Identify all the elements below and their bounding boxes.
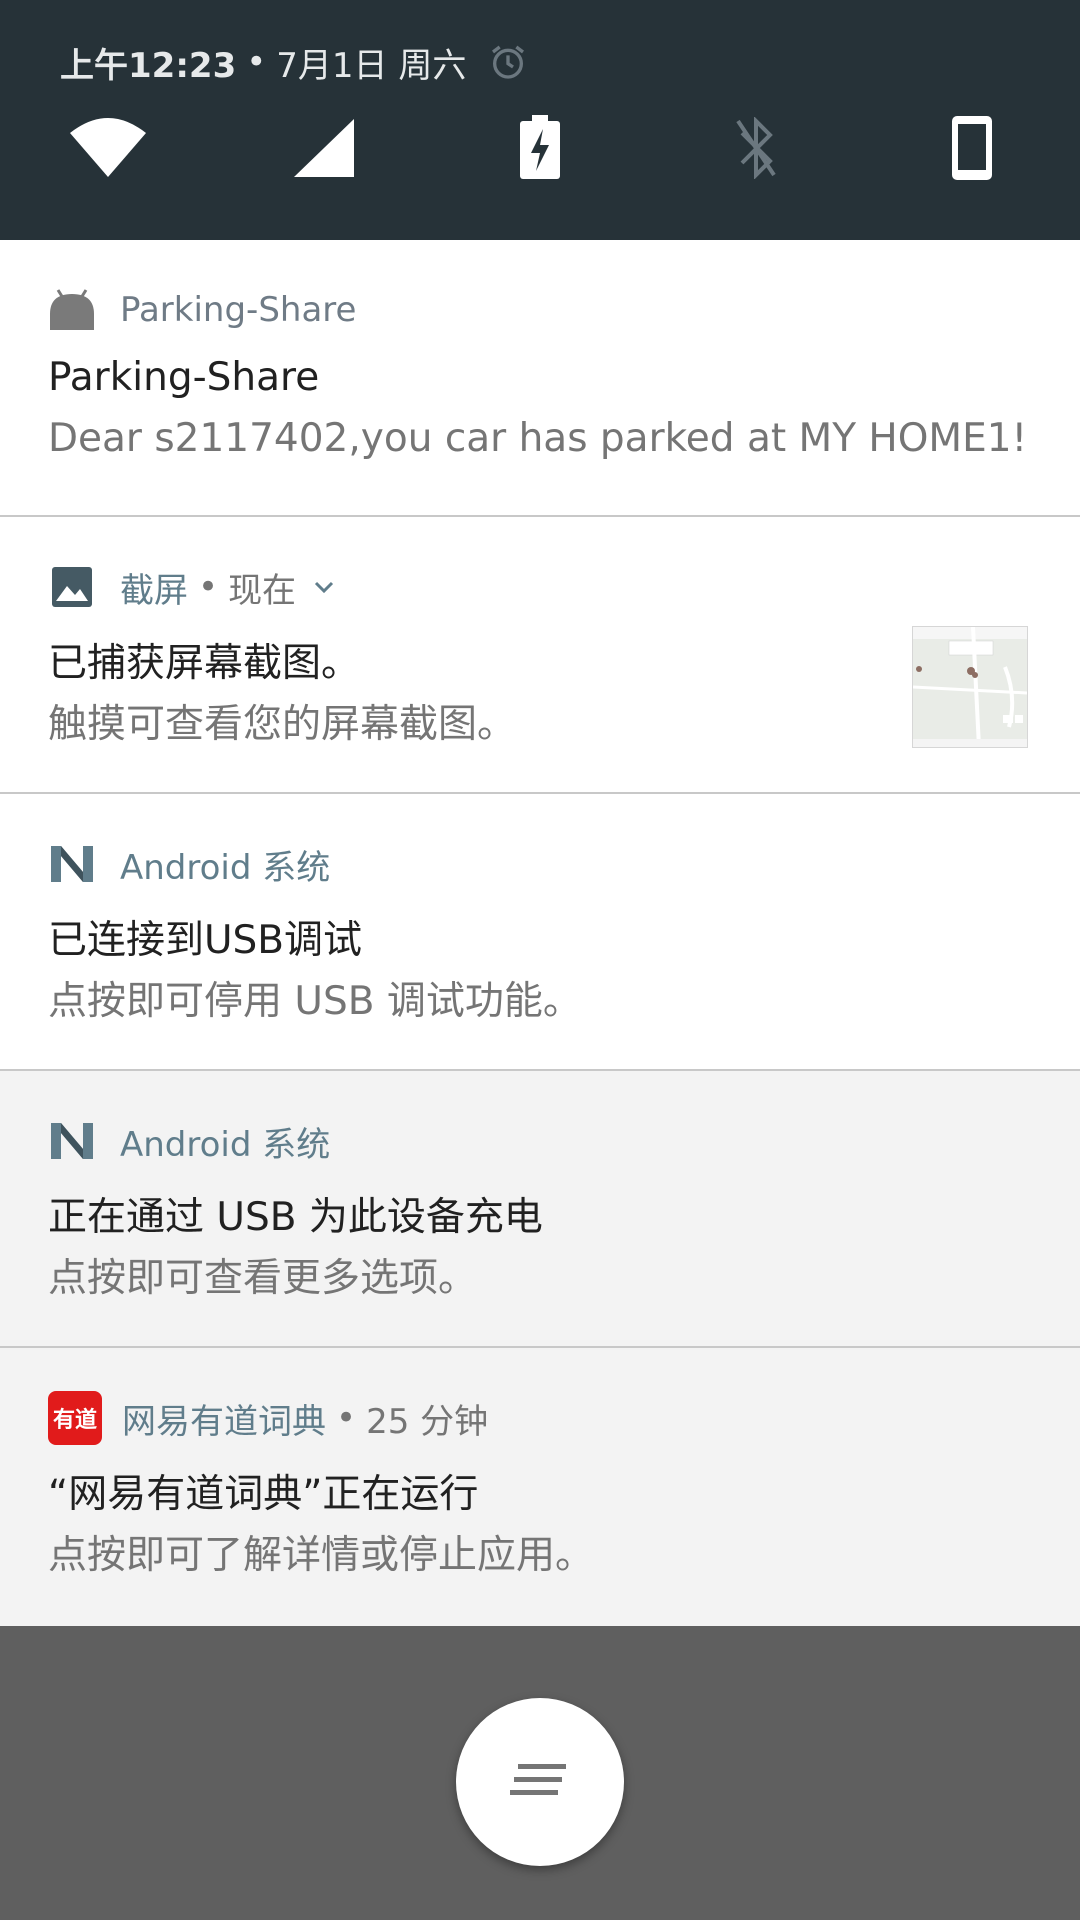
notification-text: 点按即可查看更多选项。 bbox=[48, 1256, 478, 1301]
notification-list-button[interactable] bbox=[456, 1698, 624, 1866]
status-line: 上午12:23 • 7月1日 周六 bbox=[60, 38, 528, 86]
notification-title: Parking-Share bbox=[48, 355, 320, 400]
notification-text: 点按即可停用 USB 调试功能。 bbox=[48, 979, 582, 1024]
cellular-signal-icon bbox=[292, 117, 356, 183]
notification-usb-charging[interactable]: Android 系统 正在通过 USB 为此设备充电 点按即可查看更多选项。 bbox=[0, 1071, 1080, 1348]
header-separator: • bbox=[198, 567, 219, 607]
quick-settings-tiles bbox=[0, 100, 1080, 200]
rotation-tile[interactable] bbox=[922, 100, 1022, 200]
notification-time: 现在 bbox=[228, 570, 297, 611]
notification-title: 已连接到USB调试 bbox=[48, 918, 363, 963]
notification-header: Android 系统 bbox=[48, 1117, 330, 1165]
bluetooth-tile[interactable] bbox=[706, 100, 806, 200]
battery-tile[interactable] bbox=[490, 100, 590, 200]
notification-text: Dear s2117402,you car has parked at MY H… bbox=[48, 416, 1028, 461]
notification-list-icon bbox=[510, 1760, 570, 1804]
battery-charging-icon bbox=[518, 115, 562, 185]
status-time: 上午12:23 bbox=[60, 45, 237, 86]
status-separator: • bbox=[246, 42, 267, 82]
notification-header: 有道 网易有道词典 • 25 分钟 bbox=[48, 1391, 489, 1445]
android-n-icon bbox=[48, 840, 96, 888]
app-name: 网易有道词典 bbox=[122, 1401, 326, 1442]
notification-header: 截屏 • 现在 bbox=[48, 563, 338, 611]
notification-text: 点按即可了解详情或停止应用。 bbox=[48, 1533, 595, 1578]
header-separator: • bbox=[336, 1398, 357, 1438]
android-head-icon bbox=[48, 286, 96, 334]
status-date: 7月1日 周六 bbox=[276, 45, 467, 86]
app-name: Parking-Share bbox=[120, 290, 357, 330]
notification-list: Parking-Share Parking-Share Dear s211740… bbox=[0, 240, 1080, 1626]
android-n-icon bbox=[48, 1117, 96, 1165]
notification-header: Parking-Share bbox=[48, 286, 356, 334]
app-name: Android 系统 bbox=[120, 847, 331, 888]
chevron-down-icon[interactable] bbox=[310, 573, 338, 601]
app-name: 截屏 bbox=[120, 570, 188, 611]
notification-usb-debugging[interactable]: Android 系统 已连接到USB调试 点按即可停用 USB 调试功能。 bbox=[0, 794, 1080, 1071]
screenshot-thumbnail[interactable] bbox=[912, 626, 1028, 748]
youdao-icon-label: 有道 bbox=[48, 1391, 102, 1445]
notification-title: 正在通过 USB 为此设备充电 bbox=[48, 1195, 543, 1240]
notification-parking-share[interactable]: Parking-Share Parking-Share Dear s211740… bbox=[0, 240, 1080, 517]
bluetooth-icon bbox=[734, 116, 778, 183]
wifi-icon bbox=[68, 117, 148, 183]
notification-text: 触摸可查看您的屏幕截图。 bbox=[48, 702, 517, 747]
quick-settings-header: 上午12:23 • 7月1日 周六 bbox=[0, 0, 1080, 240]
image-icon bbox=[48, 563, 96, 611]
cellular-tile[interactable] bbox=[274, 100, 374, 200]
notification-youdao[interactable]: 有道 网易有道词典 • 25 分钟 “网易有道词典”正在运行 点按即可了解详情或… bbox=[0, 1348, 1080, 1626]
notification-title: “网易有道词典”正在运行 bbox=[48, 1472, 479, 1517]
alarm-icon bbox=[488, 42, 528, 82]
notification-time: 25 分钟 bbox=[366, 1401, 489, 1442]
portrait-phone-icon bbox=[950, 114, 994, 186]
notification-header: Android 系统 bbox=[48, 840, 330, 888]
youdao-icon: 有道 bbox=[48, 1391, 102, 1445]
wifi-tile[interactable] bbox=[58, 100, 158, 200]
notification-title: 已捕获屏幕截图。 bbox=[48, 641, 361, 686]
app-name: Android 系统 bbox=[120, 1124, 331, 1165]
